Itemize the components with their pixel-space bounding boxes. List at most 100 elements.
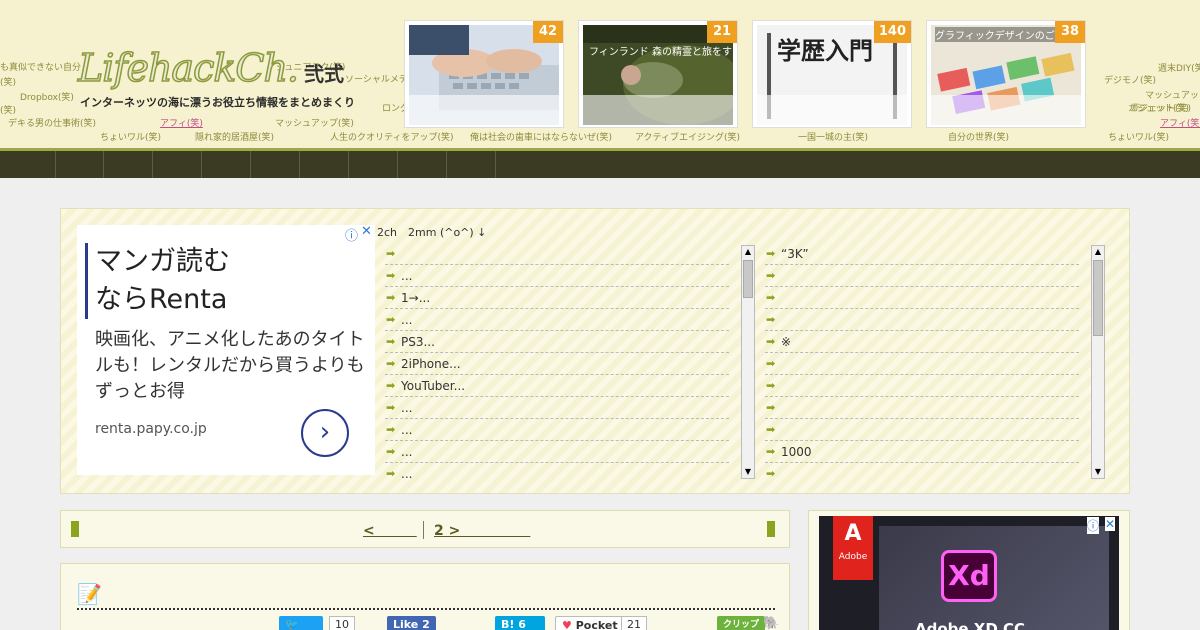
list-item[interactable]: ➡	[765, 287, 1079, 309]
nav-item-2[interactable]	[103, 151, 152, 178]
list-item[interactable]: ➡	[765, 265, 1079, 287]
facebook-like-button[interactable]: Like 2	[387, 616, 436, 630]
featured-thumbnail-2[interactable]: フィンランド 森の精霊と旅をする 21	[578, 20, 738, 128]
ad-title: マンガ読む ならRenta	[95, 246, 230, 315]
arrow-icon: ➡	[386, 401, 396, 414]
thumbnail-caption: グラフィックデザインのご用意	[935, 27, 1075, 42]
featured-thumbnail-4[interactable]: グラフィックデザインのご用意 38	[926, 20, 1086, 128]
list-item-text: “3K”	[781, 247, 809, 261]
thumbnail-comment-count: 42	[533, 21, 563, 43]
list-item[interactable]: ➡...	[385, 441, 729, 463]
site-logo[interactable]: LifehackCh. 弐式	[77, 45, 344, 91]
list-item[interactable]: ➡	[385, 243, 729, 265]
list-item[interactable]: ➡ ※	[765, 331, 1079, 353]
scroll-down-icon[interactable]: ▼	[742, 466, 754, 478]
ad-info-icon[interactable]: ⓘ	[1086, 517, 1099, 534]
hatena-bookmark-button[interactable]: B! 6	[495, 616, 545, 630]
arrow-icon: ➡	[386, 291, 396, 304]
adobe-advertisement[interactable]: A Adobe Xd Adobe XD CC ⓘ ✕	[819, 516, 1119, 630]
adobe-logo: A Adobe	[833, 516, 873, 580]
header-bg-word: アクティブエイジング(笑)	[635, 133, 741, 143]
next-page-link[interactable]: 2 >	[434, 520, 530, 540]
list-item[interactable]: ➡...	[385, 419, 729, 441]
header-bg-word: 一国一城の主(笑)	[798, 133, 869, 143]
list-item[interactable]: ➡	[765, 419, 1079, 441]
scroll-up-icon[interactable]: ▲	[1092, 246, 1104, 258]
featured-thumbnail-1[interactable]: 42	[404, 20, 564, 128]
featured-thumbnail-3[interactable]: 学歴入門 140	[752, 20, 912, 128]
list-item[interactable]: ➡...	[385, 309, 729, 331]
clip-button[interactable]: クリップ	[717, 616, 766, 630]
ad-body-text: 映画化、アニメ化したあのタイトルも！レンタルだから買うよりもずっとお得	[95, 329, 365, 402]
ad-go-button[interactable]: ›	[301, 409, 349, 457]
scroll-thumb[interactable]	[1093, 260, 1103, 336]
list-item[interactable]: ➡ YouTuber...	[385, 375, 729, 397]
header-bg-word: 自分の世界(笑)	[948, 133, 1010, 143]
nav-item-7[interactable]	[348, 151, 397, 178]
list-item-text: PS3...	[401, 335, 435, 349]
scroll-up-icon[interactable]: ▲	[742, 246, 754, 258]
arrow-icon: ➡	[766, 335, 776, 348]
nav-item-5[interactable]	[250, 151, 299, 178]
nav-item-6[interactable]	[299, 151, 348, 178]
pocket-button[interactable]: ♥ Pocket	[555, 616, 625, 630]
list-item[interactable]: ➡	[765, 397, 1079, 419]
ad-close-icon[interactable]: ✕	[361, 224, 372, 239]
header-bg-word: 人生のクオリティをアップ(笑)	[330, 133, 454, 143]
arrow-icon: ➡	[766, 247, 776, 260]
arrow-icon: ➡	[766, 467, 776, 479]
header-bg-word: も真似できない自分	[0, 63, 82, 73]
header-bg-word: マッシュアップ	[1145, 91, 1200, 101]
top-panel: マンガ読む ならRenta 映画化、アニメ化したあのタイトルも！レンタルだから買…	[60, 208, 1130, 494]
prev-page-link[interactable]: <	[363, 520, 417, 540]
arrow-icon: ➡	[386, 247, 396, 260]
ad-info-icon[interactable]: ⓘ	[345, 225, 358, 244]
nav-item-1[interactable]	[55, 151, 103, 178]
pocket-count: 21	[621, 616, 647, 630]
header-bg-word: 週末DIY(笑)	[1158, 64, 1200, 74]
list-item[interactable]: ➡	[765, 463, 1079, 479]
list-item[interactable]: ➡ 2iPhone...	[385, 353, 729, 375]
list-item[interactable]: ➡ 1→...	[385, 287, 729, 309]
nav-item-4[interactable]	[201, 151, 250, 178]
list-item-text: ...	[401, 423, 413, 437]
scroll-down-icon[interactable]: ▼	[1092, 466, 1104, 478]
arrow-icon: ➡	[386, 467, 396, 479]
renta-advertisement[interactable]: マンガ読む ならRenta 映画化、アニメ化したあのタイトルも！レンタルだから買…	[77, 225, 375, 475]
header-bg-word: アフィ(笑)	[1160, 119, 1200, 129]
scrollbar-right[interactable]: ▲ ▼	[1091, 245, 1105, 479]
thumbnail-comment-count: 38	[1055, 21, 1085, 43]
nav-item-3[interactable]	[152, 151, 201, 178]
header-bg-word: アフィ(笑)	[160, 119, 203, 129]
list-item[interactable]: ➡	[765, 309, 1079, 331]
sidebar-box: A Adobe Xd Adobe XD CC ⓘ ✕	[808, 510, 1130, 630]
list-item[interactable]: ➡...	[385, 265, 729, 287]
ticker-text: 2ch 2mm (^o^) ↓	[377, 226, 487, 239]
list-item[interactable]: ➡...	[385, 463, 729, 479]
header-bg-word: ソーシャルメデ	[345, 75, 408, 85]
header-bg-word: (笑)	[0, 78, 17, 88]
list-item[interactable]: ➡	[765, 375, 1079, 397]
article-block: 📝 🐦 10 Like 2 B! 6 ♥ Pocket 21 クリップ 🐘	[60, 563, 790, 630]
list-item[interactable]: ➡	[765, 353, 1079, 375]
pager: < 2 >	[60, 510, 790, 548]
list-item[interactable]: ➡ “3K”	[765, 243, 1079, 265]
list-item[interactable]: ➡ 1000	[765, 441, 1079, 463]
scroll-thumb[interactable]	[743, 260, 753, 298]
thumbnail-comment-count: 21	[707, 21, 737, 43]
nav-item-9[interactable]	[446, 151, 496, 178]
nav-item-8[interactable]	[397, 151, 446, 178]
scrollbar-left[interactable]: ▲ ▼	[741, 245, 755, 479]
twitter-share-count: 10	[329, 616, 355, 630]
arrow-icon: ➡	[766, 379, 776, 392]
ad-close-icon[interactable]: ✕	[1104, 517, 1115, 531]
list-item-text: ...	[401, 445, 413, 459]
arrow-icon: ➡	[386, 269, 396, 282]
list-item[interactable]: ➡...	[385, 397, 729, 419]
evernote-icon[interactable]: 🐘	[763, 616, 779, 630]
arrow-icon: ➡	[766, 401, 776, 414]
list-item[interactable]: ➡ PS3...	[385, 331, 729, 353]
twitter-share-button[interactable]: 🐦	[279, 616, 323, 630]
pocket-icon: ♥	[562, 619, 572, 630]
header-bg-word: デキる男の仕事術(笑)	[8, 119, 97, 129]
